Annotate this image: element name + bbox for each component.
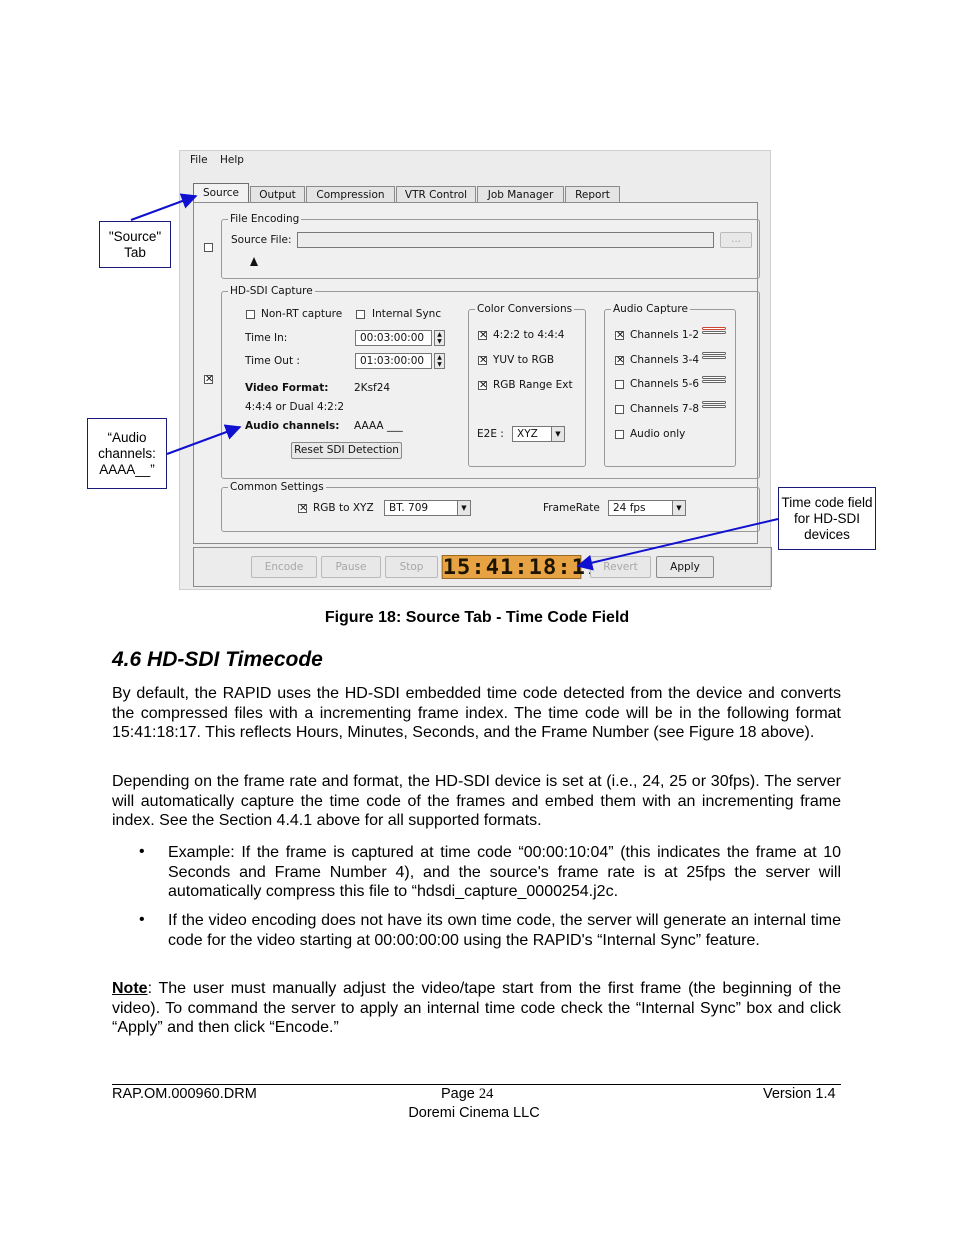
paragraph-1: By default, the RAPID uses the HD-SDI em… (112, 685, 841, 742)
footer-rule (112, 1084, 841, 1085)
note-label: Note (112, 980, 148, 997)
paragraph-2: Depending on the frame rate and format, … (112, 773, 841, 830)
footer-page-label: Page (441, 1086, 475, 1102)
bullet-item-2: If the video encoding does not have its … (168, 912, 841, 949)
callout-arrows (130, 193, 779, 571)
note-paragraph: Note: The user must manually adjust the … (112, 979, 841, 1038)
arrow-time-code (576, 518, 779, 571)
footer-page-number: 24 (478, 1086, 494, 1102)
arrow-source-tab (130, 193, 198, 221)
bullet-item-1: Example: If the frame is captured at tim… (168, 844, 841, 901)
footer-doc-id: RAP.OM.000960.DRM (112, 1086, 257, 1102)
note-text: : The user must manually adjust the vide… (112, 980, 841, 1037)
bullet-marker: • (139, 843, 145, 860)
bullet-marker: • (139, 911, 145, 928)
footer-page: Page 24 (441, 1086, 493, 1103)
arrow-audio-channels (166, 424, 242, 455)
footer-version: Version 1.4 (763, 1086, 836, 1102)
figure-caption: Figure 18: Source Tab - Time Code Field (324, 609, 630, 626)
section-heading: 4.6 HD-SDI Timecode (112, 648, 323, 671)
footer-company: Doremi Cinema LLC (408, 1105, 540, 1121)
